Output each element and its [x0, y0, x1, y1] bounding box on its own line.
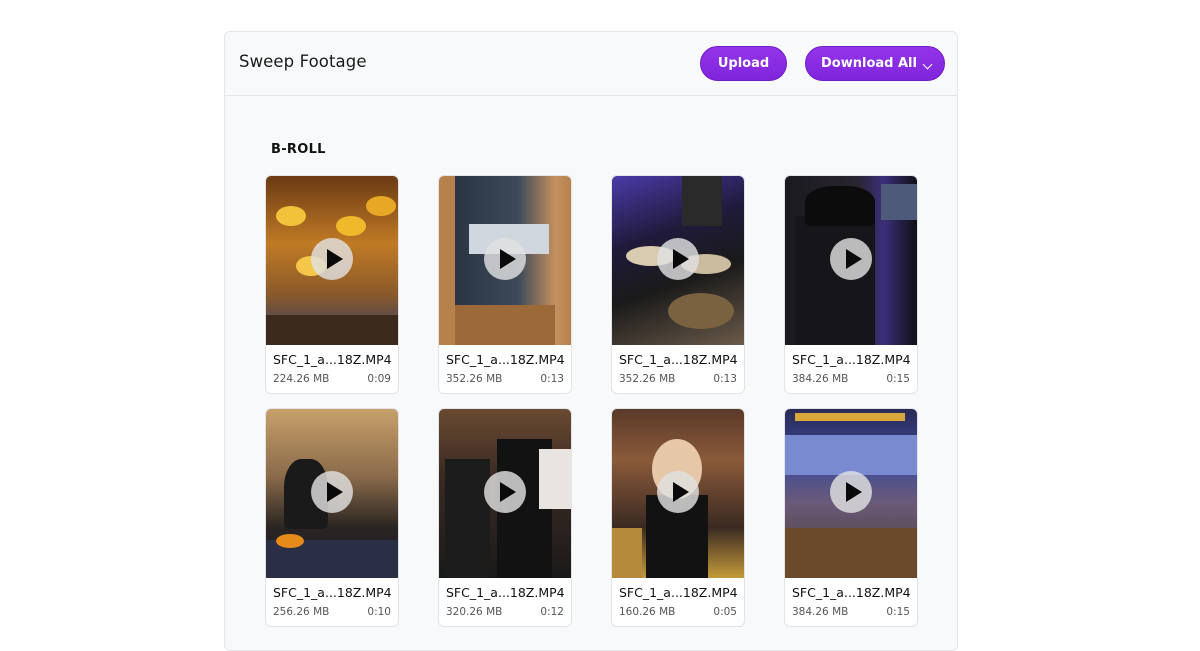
video-filename: SFC_1_a...18Z.MP4: [446, 585, 565, 600]
sweep-footage-panel: Sweep Footage Upload Download All B-ROLL…: [224, 31, 958, 651]
video-size: 384.26 MB: [792, 373, 849, 385]
thumbnail-scene: [881, 184, 917, 220]
thumbnail-scene: [276, 206, 306, 226]
video-size: 224.26 MB: [273, 373, 330, 385]
video-thumbnail[interactable]: [612, 409, 744, 578]
play-icon[interactable]: [830, 238, 872, 280]
video-meta: 320.26 MB 0:12: [446, 606, 564, 618]
play-icon[interactable]: [484, 471, 526, 513]
thumbnail-scene: [785, 528, 917, 578]
video-card[interactable]: SFC_1_a...18Z.MP4 160.26 MB 0:05: [611, 408, 745, 627]
video-card[interactable]: SFC_1_a...18Z.MP4 224.26 MB 0:09: [265, 175, 399, 394]
panel-title: Sweep Footage: [239, 52, 367, 71]
thumbnail-scene: [445, 459, 490, 578]
video-card[interactable]: SFC_1_a...18Z.MP4 320.26 MB 0:12: [438, 408, 572, 627]
video-thumbnail[interactable]: [785, 409, 917, 578]
video-thumbnail[interactable]: [439, 176, 571, 345]
video-duration: 0:12: [540, 606, 564, 618]
video-duration: 0:15: [886, 373, 910, 385]
play-icon[interactable]: [311, 238, 353, 280]
video-duration: 0:09: [367, 373, 391, 385]
video-meta: 224.26 MB 0:09: [273, 373, 391, 385]
video-filename: SFC_1_a...18Z.MP4: [273, 585, 392, 600]
video-filename: SFC_1_a...18Z.MP4: [273, 352, 392, 367]
thumbnail-scene: [795, 413, 905, 421]
video-duration: 0:05: [713, 606, 737, 618]
video-size: 352.26 MB: [446, 373, 503, 385]
play-icon[interactable]: [830, 471, 872, 513]
download-all-label: Download All: [821, 56, 917, 71]
play-icon[interactable]: [311, 471, 353, 513]
video-card[interactable]: SFC_1_a...18Z.MP4 384.26 MB 0:15: [784, 175, 918, 394]
thumbnail-scene: [539, 449, 571, 509]
video-meta: 384.26 MB 0:15: [792, 373, 910, 385]
thumbnail-scene: [612, 528, 642, 578]
video-size: 256.26 MB: [273, 606, 330, 618]
video-size: 160.26 MB: [619, 606, 676, 618]
video-card[interactable]: SFC_1_a...18Z.MP4 256.26 MB 0:10: [265, 408, 399, 627]
play-icon[interactable]: [484, 238, 526, 280]
video-meta: 352.26 MB 0:13: [446, 373, 564, 385]
video-meta: 256.26 MB 0:10: [273, 606, 391, 618]
video-card[interactable]: SFC_1_a...18Z.MP4 352.26 MB 0:13: [438, 175, 572, 394]
video-card[interactable]: SFC_1_a...18Z.MP4 384.26 MB 0:15: [784, 408, 918, 627]
video-filename: SFC_1_a...18Z.MP4: [792, 352, 911, 367]
video-card[interactable]: SFC_1_a...18Z.MP4 352.26 MB 0:13: [611, 175, 745, 394]
play-icon[interactable]: [657, 471, 699, 513]
download-all-button[interactable]: Download All: [805, 46, 945, 81]
video-thumbnail[interactable]: [612, 176, 744, 345]
video-duration: 0:13: [713, 373, 737, 385]
thumbnail-scene: [682, 176, 722, 226]
video-thumbnail[interactable]: [266, 176, 398, 345]
video-size: 384.26 MB: [792, 606, 849, 618]
thumbnail-scene: [795, 216, 875, 345]
video-grid: SFC_1_a...18Z.MP4 224.26 MB 0:09 SFC_1_a…: [265, 175, 918, 627]
thumbnail-scene: [805, 186, 875, 226]
video-thumbnail[interactable]: [439, 409, 571, 578]
video-duration: 0:10: [367, 606, 391, 618]
thumbnail-scene: [785, 435, 917, 475]
thumbnail-scene: [276, 534, 304, 548]
video-filename: SFC_1_a...18Z.MP4: [792, 585, 911, 600]
thumbnail-scene: [455, 305, 555, 345]
section-title: B-ROLL: [271, 142, 326, 157]
video-meta: 384.26 MB 0:15: [792, 606, 910, 618]
video-size: 352.26 MB: [619, 373, 676, 385]
video-size: 320.26 MB: [446, 606, 503, 618]
thumbnail-scene: [266, 315, 398, 345]
play-icon[interactable]: [657, 238, 699, 280]
video-duration: 0:13: [540, 373, 564, 385]
video-filename: SFC_1_a...18Z.MP4: [446, 352, 565, 367]
video-duration: 0:15: [886, 606, 910, 618]
video-thumbnail[interactable]: [785, 176, 917, 345]
video-meta: 160.26 MB 0:05: [619, 606, 737, 618]
panel-header: Sweep Footage Upload Download All: [225, 32, 957, 96]
upload-button[interactable]: Upload: [700, 46, 787, 81]
video-filename: SFC_1_a...18Z.MP4: [619, 585, 738, 600]
video-filename: SFC_1_a...18Z.MP4: [619, 352, 738, 367]
chevron-down-icon[interactable]: [922, 59, 933, 70]
video-thumbnail[interactable]: [266, 409, 398, 578]
video-meta: 352.26 MB 0:13: [619, 373, 737, 385]
